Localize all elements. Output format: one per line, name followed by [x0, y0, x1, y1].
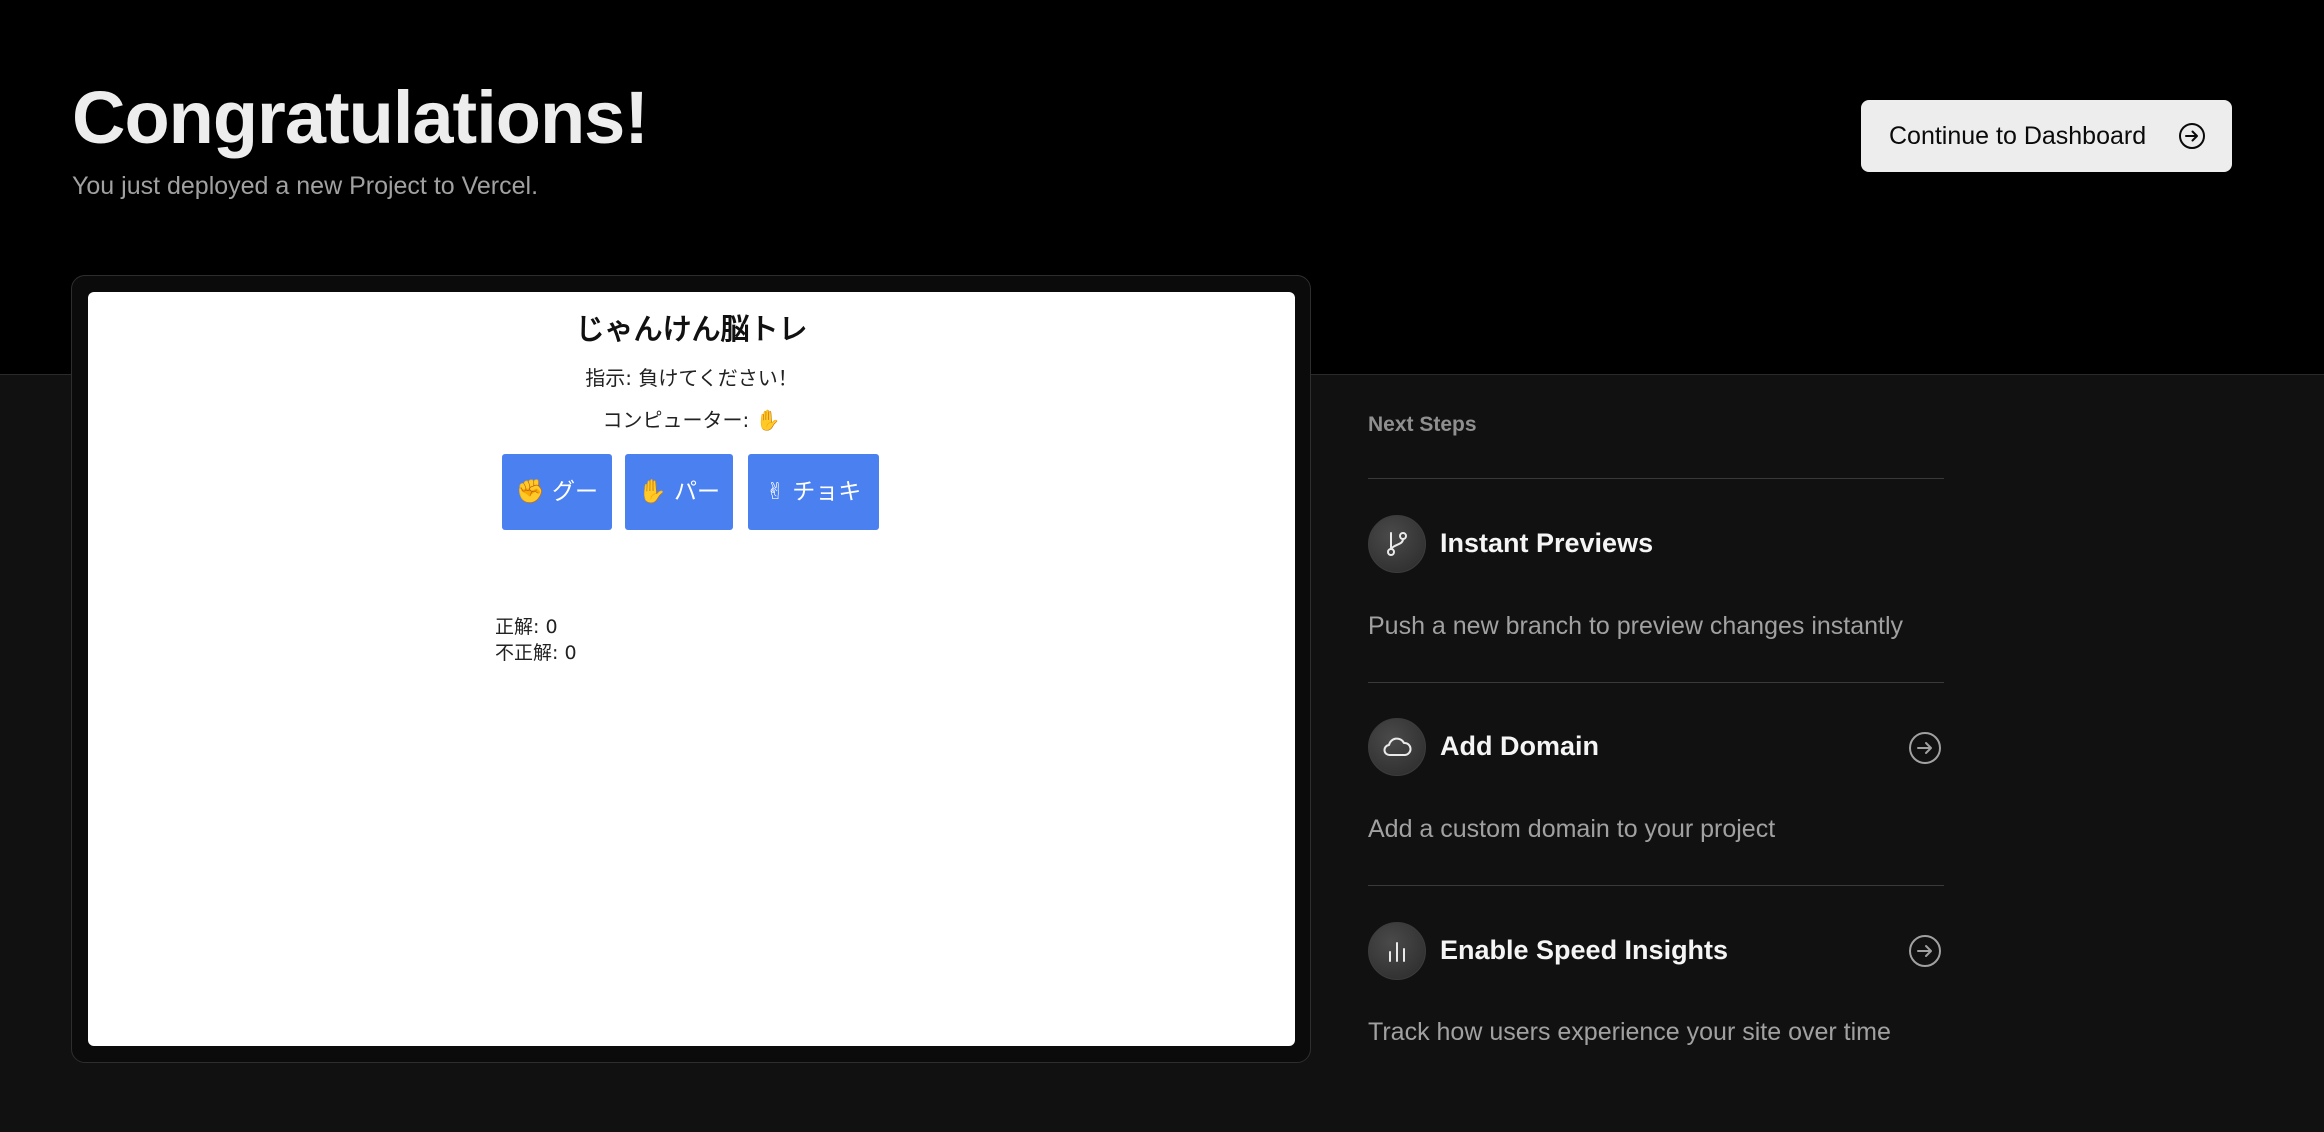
arrow-right-circle-icon[interactable] — [1908, 934, 1942, 968]
page-subtitle: You just deployed a new Project to Verce… — [72, 172, 539, 200]
step-title-instant-previews: Instant Previews — [1440, 528, 1654, 558]
bar-chart-icon — [1368, 922, 1426, 980]
arrow-right-circle-icon[interactable] — [1908, 731, 1942, 765]
next-steps-heading: Next Steps — [1368, 413, 1477, 436]
git-branch-icon — [1368, 515, 1426, 573]
step-description-add-domain: Add a custom domain to your project — [1368, 815, 1776, 843]
game-title: じゃんけん脳トレ — [575, 312, 808, 346]
step-description-enable-speed-insights: Track how users experience your site ove… — [1368, 1018, 1891, 1046]
divider — [1368, 682, 1944, 683]
continue-to-dashboard-button[interactable]: Continue to Dashboard — [1861, 100, 2232, 172]
continue-to-dashboard-label: Continue to Dashboard — [1889, 121, 2147, 150]
step-description-instant-previews: Push a new branch to preview changes ins… — [1368, 612, 1904, 640]
scissors-button[interactable]: ✌ チョキ — [748, 454, 879, 530]
step-title-add-domain[interactable]: Add Domain — [1440, 731, 1599, 762]
rock-button[interactable]: ✊ グー — [502, 454, 612, 530]
computer-hand: コンピューター: ✋ — [602, 408, 781, 432]
divider — [1368, 885, 1944, 886]
correct-count: 正解: 0 — [495, 616, 558, 638]
cloud-icon — [1368, 718, 1426, 776]
paper-button[interactable]: ✋ パー — [625, 454, 733, 530]
page-title: Congratulations! — [72, 76, 649, 159]
arrow-right-circle-icon — [2179, 123, 2205, 149]
deployment-preview[interactable]: じゃんけん脳トレ 指示: 負けてください！ コンピューター: ✋ ✊ グー ✋ … — [88, 292, 1295, 1046]
game-instruction: 指示: 負けてください！ — [585, 366, 798, 390]
step-title-enable-speed-insights[interactable]: Enable Speed Insights — [1440, 935, 1728, 966]
divider — [1368, 478, 1944, 479]
incorrect-count: 不正解: 0 — [495, 642, 577, 664]
